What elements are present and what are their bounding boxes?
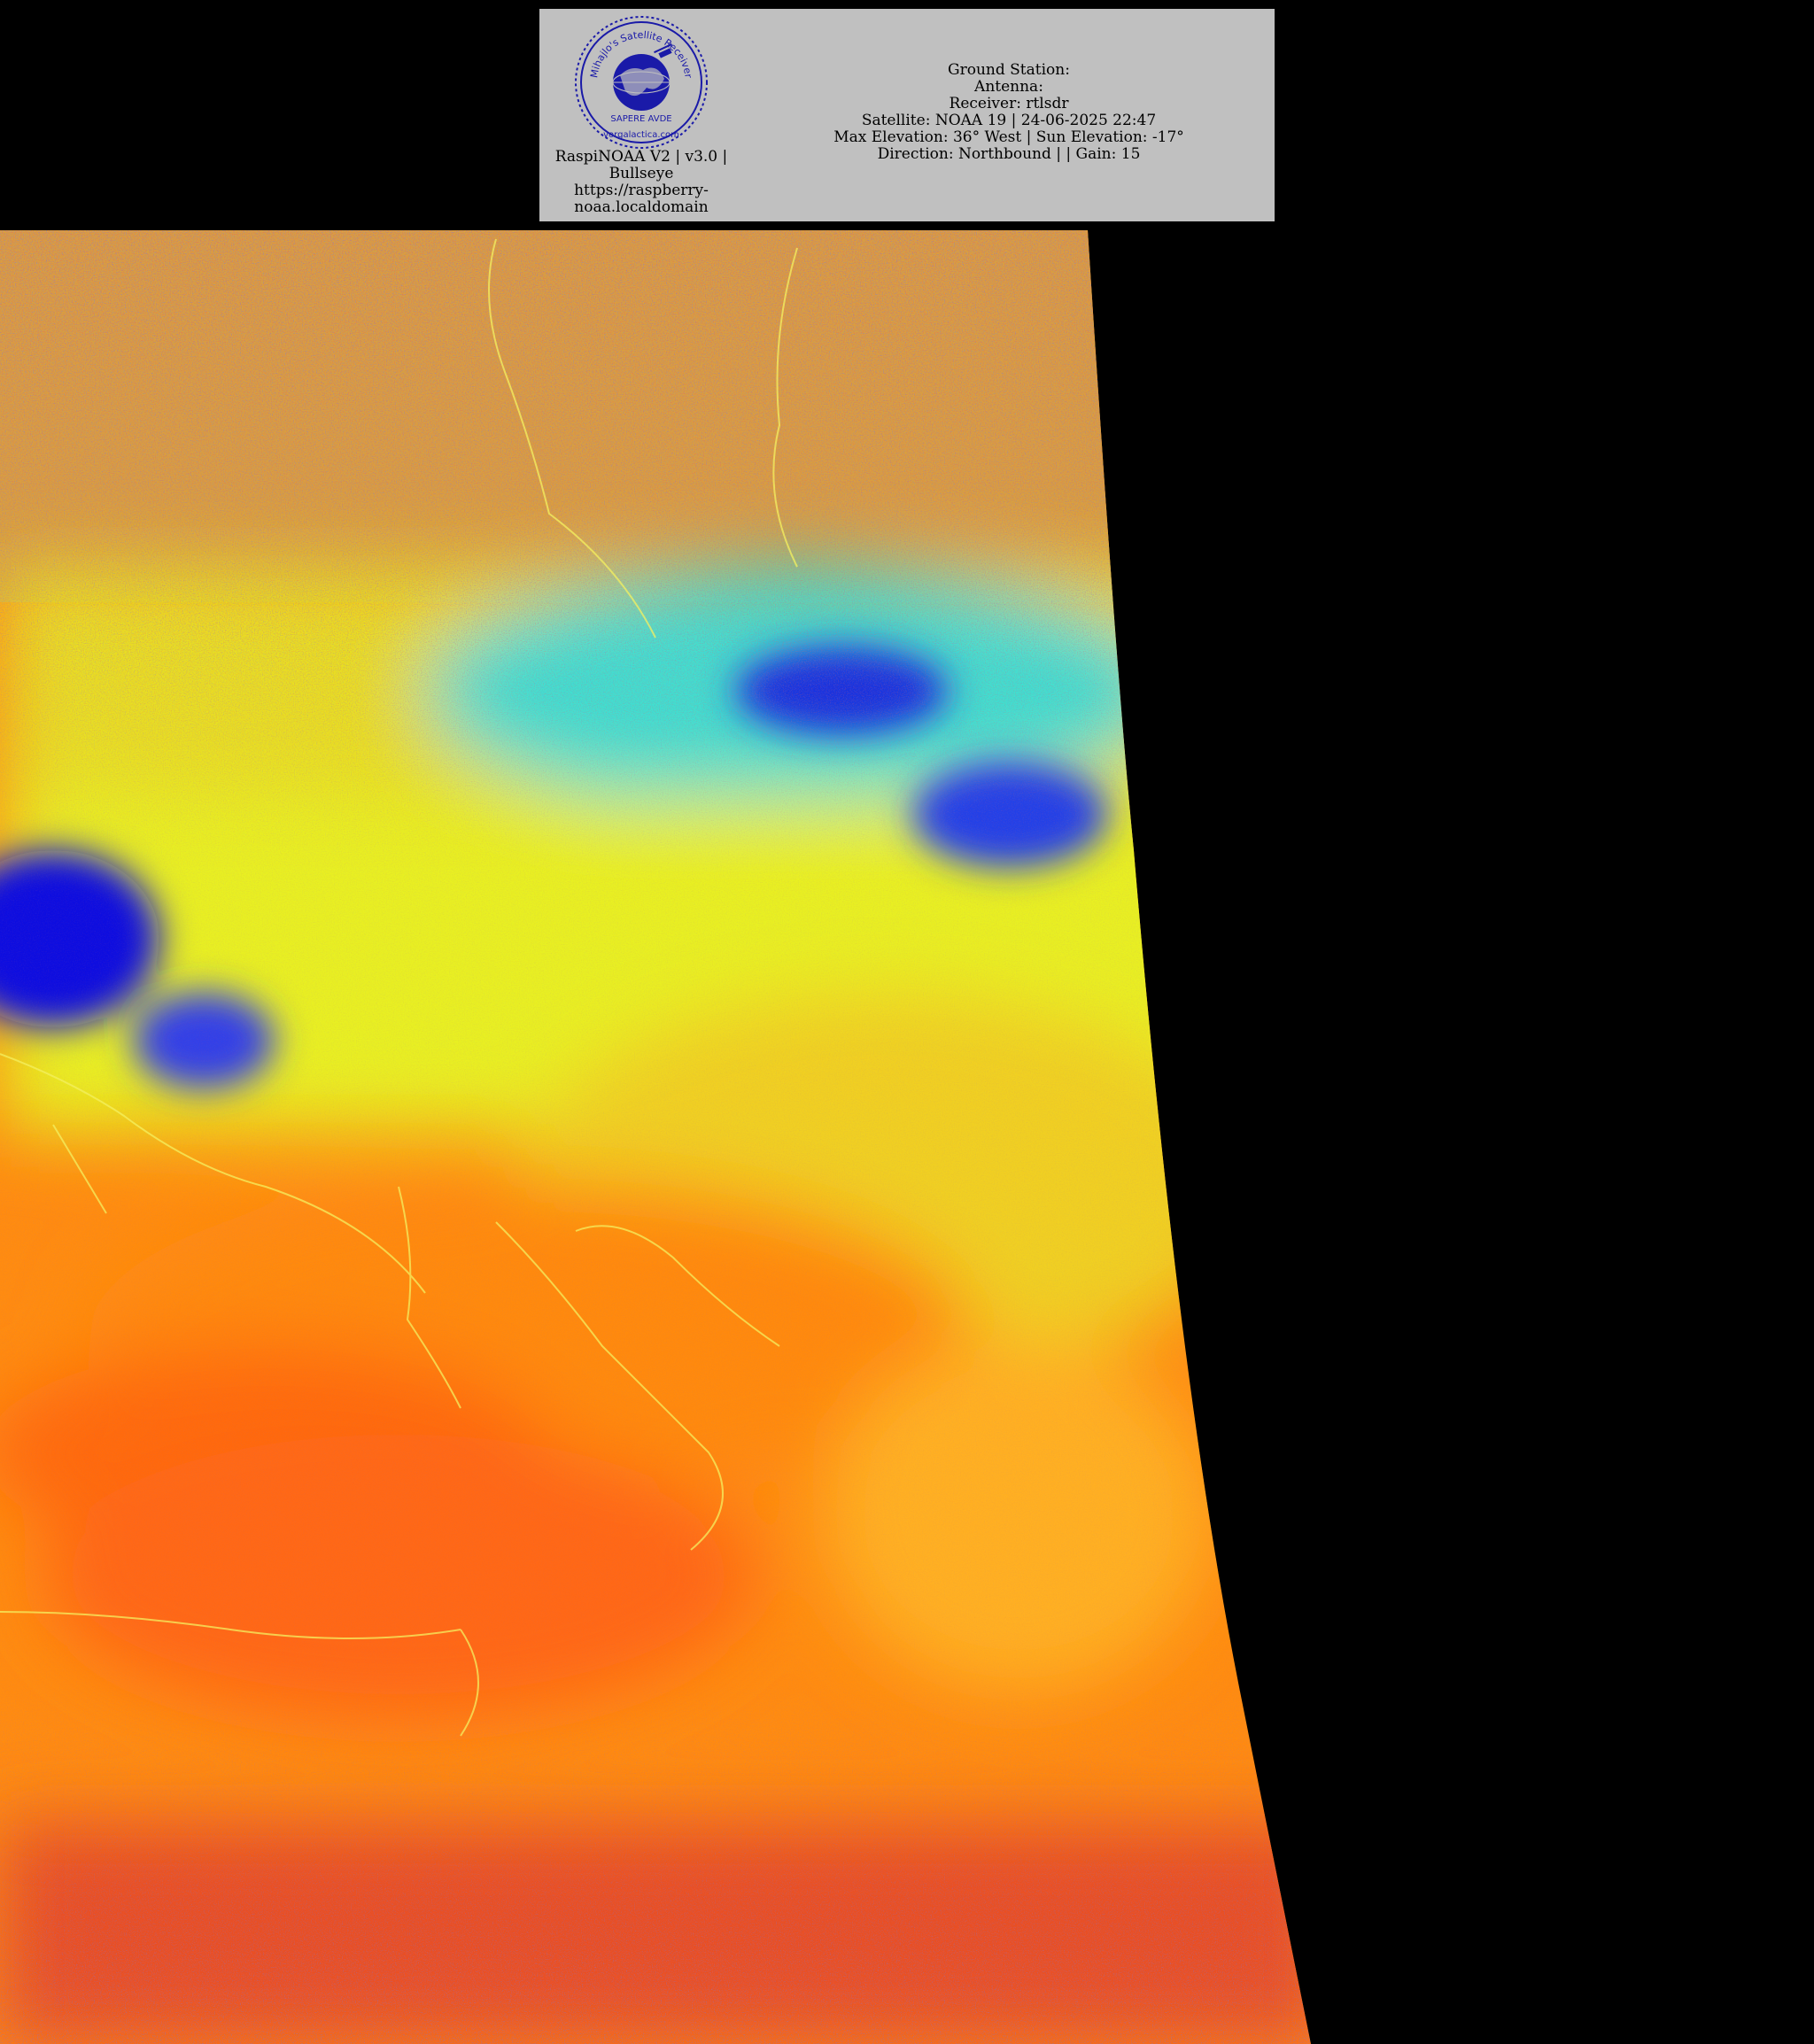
antenna-label: Antenna: [974,78,1043,96]
direction-label: Direction: Northbound | | Gain: 15 [877,145,1141,163]
pass-info: Ground Station: Antenna: Receiver: rtlsd… [743,62,1275,163]
image-swath [0,230,1311,2044]
ground-station-label: Ground Station: [948,61,1070,79]
caption-line-2: Bullseye [609,165,674,182]
receiver-label: Receiver: rtlsdr [949,95,1069,112]
caption-line-3: https://raspberry- [574,182,709,199]
satellite-thermal-image [0,230,1311,2044]
caption-line-1: RaspiNOAA V2 | v3.0 | [554,148,728,166]
globe-satellite-seal-icon: Mihajlo's Satellite Receiver SAPERE AVDE… [575,16,708,149]
satellite-label: Satellite: NOAA 19 | 24-06-2025 22:47 [861,112,1157,129]
logo-motto: SAPERE AVDE [610,114,671,124]
station-caption: RaspiNOAA V2 | v3.0 | Bullseye https://r… [544,149,739,216]
logo-block: Mihajlo's Satellite Receiver SAPERE AVDE… [539,9,743,221]
caption-line-4: noaa.localdomain [574,198,709,216]
logo-url-text: vorgalactica.com [603,130,679,140]
header-panel: Mihajlo's Satellite Receiver SAPERE AVDE… [539,9,1275,221]
elevation-label: Max Elevation: 36° West | Sun Elevation:… [833,128,1184,146]
